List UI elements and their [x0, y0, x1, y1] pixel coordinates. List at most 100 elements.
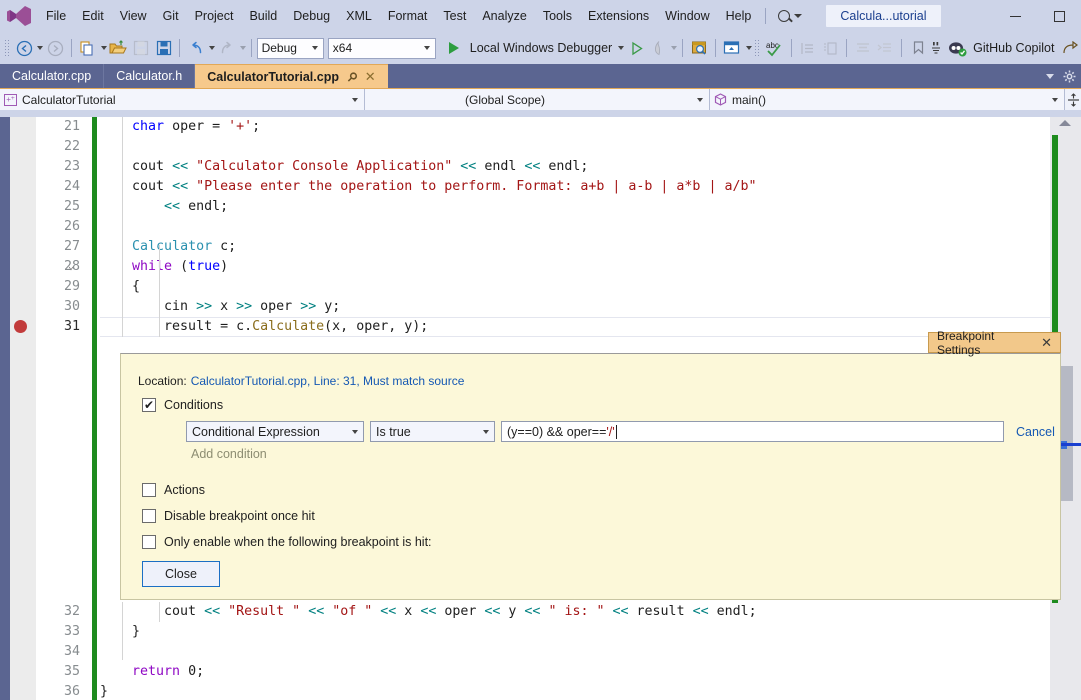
code-block-top[interactable]: 21 char oper = '+';2223 cout << "Calcula…: [0, 117, 1050, 337]
minimize-button[interactable]: [993, 0, 1037, 32]
close-button[interactable]: Close: [142, 561, 220, 587]
scope-selector[interactable]: (Global Scope): [365, 89, 710, 110]
code-token: ): [220, 259, 228, 274]
member-selector[interactable]: main(): [710, 89, 1065, 110]
redo-button[interactable]: [216, 37, 238, 59]
code-line[interactable]: cout << "Calculator Console Application"…: [100, 157, 588, 177]
code-line[interactable]: result = c.Calculate(x, oper, y);: [100, 317, 428, 337]
split-window-button[interactable]: [1065, 89, 1081, 110]
chevron-down-icon[interactable]: [1046, 74, 1054, 79]
scroll-up-icon[interactable]: [1059, 120, 1071, 126]
split-window-icon: [1067, 93, 1080, 107]
menu-item-extensions[interactable]: Extensions: [580, 4, 657, 28]
code-line[interactable]: cout << "Please enter the operation to p…: [100, 177, 756, 197]
code-token: "Please enter the operation to perform. …: [196, 179, 756, 194]
align-left-button[interactable]: [852, 37, 874, 59]
hot-reload-dropdown-icon[interactable]: [671, 46, 677, 50]
window-layout-dropdown-button[interactable]: [744, 37, 754, 59]
menu-item-project[interactable]: Project: [187, 4, 242, 28]
bookmark-button[interactable]: [907, 37, 929, 59]
maximize-button[interactable]: [1037, 0, 1081, 32]
location-link[interactable]: CalculatorTutorial.cpp, Line: 31, Must m…: [191, 374, 465, 388]
gear-icon[interactable]: [1063, 70, 1076, 83]
spell-check-button[interactable]: abc: [764, 37, 786, 59]
new-item-dropdown-icon[interactable]: [101, 46, 107, 50]
menu-item-debug[interactable]: Debug: [285, 4, 338, 28]
project-selector[interactable]: ++ CalculatorTutorial: [0, 89, 365, 110]
menu-item-git[interactable]: Git: [155, 4, 187, 28]
toolbar-grip[interactable]: [4, 39, 10, 57]
tab-calculatortutorial-cpp[interactable]: CalculatorTutorial.cpp ⚲ ✕: [195, 64, 387, 88]
code-line[interactable]: return 0;: [100, 662, 204, 682]
continue-button[interactable]: [625, 37, 647, 59]
code-token: while: [132, 259, 172, 274]
code-line[interactable]: {: [100, 277, 140, 297]
find-in-files-button[interactable]: [688, 37, 710, 59]
navigate-back-button[interactable]: [14, 37, 36, 59]
search-button[interactable]: [772, 8, 808, 24]
save-all-button[interactable]: [153, 37, 175, 59]
start-debugging-label[interactable]: Local Windows Debugger: [466, 41, 616, 55]
add-condition-row[interactable]: Add condition: [191, 447, 1060, 461]
uncomment-selection-button[interactable]: [875, 37, 897, 59]
undo-dropdown-icon[interactable]: [209, 46, 215, 50]
condition-comparison-combo[interactable]: Is true: [370, 421, 495, 442]
condition-expression-input[interactable]: (y==0) && oper== '/': [501, 421, 1004, 442]
condition-type-combo[interactable]: Conditional Expression: [186, 421, 364, 442]
menu-item-help[interactable]: Help: [718, 4, 760, 28]
code-block-bottom[interactable]: 32 cout << "Result " << "of " << x << op…: [0, 602, 1050, 700]
share-button[interactable]: [1059, 37, 1081, 59]
code-line[interactable]: char oper = '+';: [100, 117, 260, 137]
redo-dropdown-icon[interactable]: [240, 46, 246, 50]
menu-item-analyze[interactable]: Analyze: [474, 4, 534, 28]
github-copilot-label[interactable]: GitHub Copilot: [969, 41, 1058, 55]
configuration-combo[interactable]: Debug: [257, 38, 324, 59]
menu-item-tools[interactable]: Tools: [535, 4, 580, 28]
menu-item-format[interactable]: Format: [380, 4, 436, 28]
scrollbar-thumb[interactable]: [1061, 366, 1073, 501]
hot-reload-button[interactable]: [648, 37, 670, 59]
conditions-checkbox[interactable]: ✔: [142, 398, 156, 412]
code-line[interactable]: cout << "Result " << "of " << x << oper …: [100, 602, 757, 622]
menu-item-build[interactable]: Build: [241, 4, 285, 28]
toolbar-grip[interactable]: [754, 39, 760, 57]
disable-once-hit-checkbox[interactable]: [142, 509, 156, 523]
code-line[interactable]: }: [100, 682, 108, 700]
code-line[interactable]: }: [100, 622, 140, 642]
menu-item-file[interactable]: File: [38, 4, 74, 28]
platform-combo[interactable]: x64: [328, 38, 436, 59]
debug-target-dropdown-icon[interactable]: [618, 46, 624, 50]
only-enable-checkbox[interactable]: [142, 535, 156, 549]
code-editor[interactable]: 21 char oper = '+';2223 cout << "Calcula…: [0, 117, 1081, 700]
code-line[interactable]: << endl;: [100, 197, 228, 217]
open-file-button[interactable]: [108, 37, 130, 59]
breakpoint-settings-header[interactable]: Breakpoint Settings ✕: [928, 332, 1061, 353]
menu-item-window[interactable]: Window: [657, 4, 717, 28]
menu-item-xml[interactable]: XML: [338, 4, 380, 28]
comment-selection-button[interactable]: [819, 37, 841, 59]
close-icon[interactable]: ✕: [365, 69, 376, 85]
navigate-back-dropdown-icon[interactable]: [37, 46, 43, 50]
cancel-condition-link[interactable]: Cancel: [1016, 425, 1055, 439]
code-line[interactable]: cin >> x >> oper >> y;: [100, 297, 340, 317]
actions-checkbox[interactable]: [142, 483, 156, 497]
pin-icon[interactable]: ⚲: [344, 68, 360, 84]
github-copilot-button[interactable]: [947, 37, 969, 59]
navigate-forward-button[interactable]: [44, 37, 66, 59]
tab-calculator-cpp[interactable]: Calculator.cpp: [0, 64, 104, 88]
save-button[interactable]: [130, 37, 152, 59]
code-line[interactable]: while (true): [100, 257, 228, 277]
close-icon[interactable]: ✕: [1041, 335, 1052, 351]
menu-item-test[interactable]: Test: [435, 4, 474, 28]
undo-button[interactable]: [185, 37, 207, 59]
code-line[interactable]: Calculator c;: [100, 237, 236, 257]
tab-calculator-h[interactable]: Calculator.h: [104, 64, 195, 88]
start-debugging-button[interactable]: [443, 37, 465, 59]
window-layout-button[interactable]: [721, 37, 743, 59]
decrease-indent-button[interactable]: [797, 37, 819, 59]
bookmark-options-button[interactable]: [930, 37, 942, 59]
breakpoint-indicator[interactable]: [14, 320, 27, 333]
menu-item-view[interactable]: View: [112, 4, 155, 28]
menu-item-edit[interactable]: Edit: [74, 4, 112, 28]
new-item-button[interactable]: [77, 37, 99, 59]
